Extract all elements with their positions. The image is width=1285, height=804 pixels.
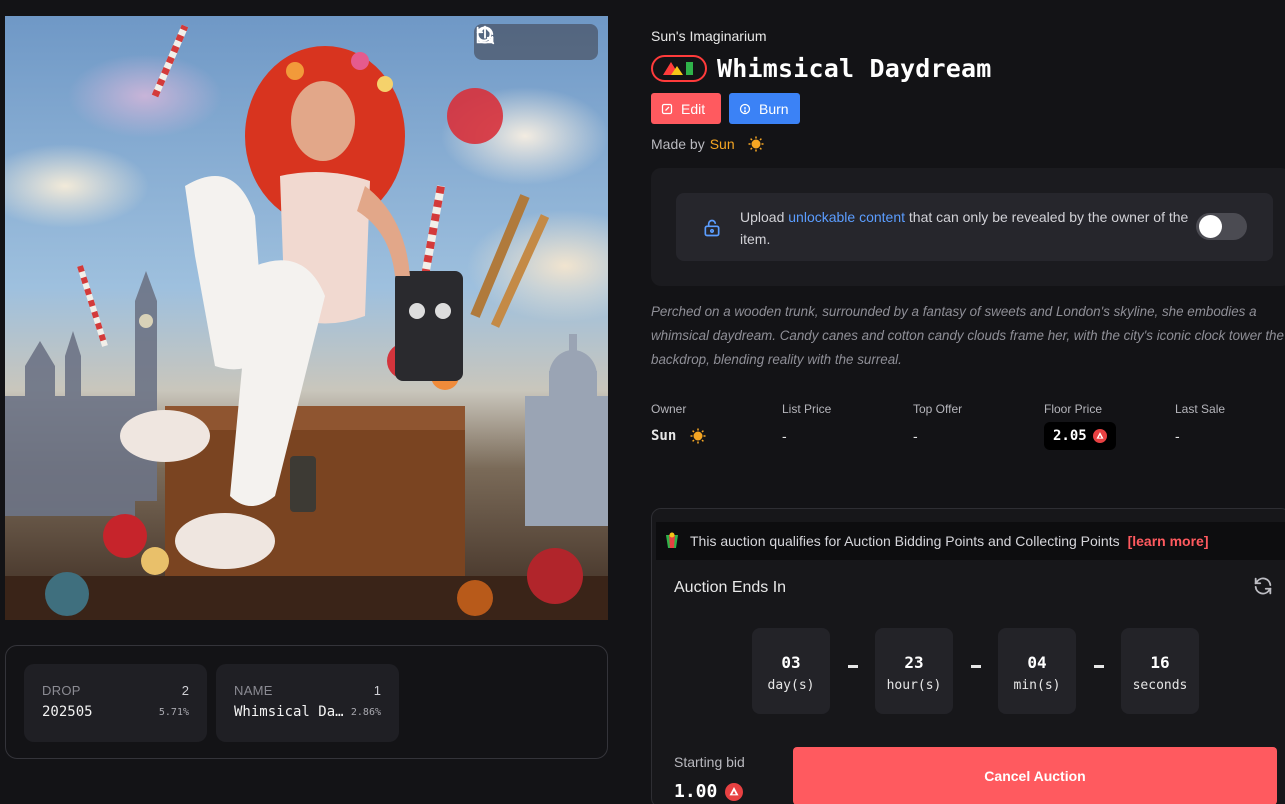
countdown-value: 16 [1150,653,1170,672]
burn-label: Burn [759,100,789,117]
creator-name-link[interactable]: Sun [710,136,735,152]
countdown-value: 04 [1027,653,1047,672]
starting-bid: 1.00 [674,781,744,802]
trait-percent: 2.86% [350,707,381,718]
chain-badge-icon [651,54,707,82]
edit-button[interactable]: Edit [651,93,721,124]
trait-count: 2 [181,683,189,698]
unlock-icon [702,218,722,243]
burn-button[interactable]: Burn [729,93,800,124]
countdown-separator [1094,665,1104,668]
unlockable-toggle[interactable] [1196,213,1247,240]
made-by: Made by Sun [651,136,764,152]
countdown-unit: hour(s) [886,678,942,693]
nft-description: Perched on a wooden trunk, surrounded by… [651,304,1284,367]
countdown-unit: seconds [1132,678,1188,693]
points-banner: This auction qualifies for Auction Biddi… [656,522,1285,560]
trait-percent: 5.71% [158,707,189,718]
auction-ends-label: Auction Ends In [674,579,787,596]
toggle-knob [1199,215,1222,238]
countdown-seconds: 16 seconds [1121,628,1199,714]
stat-floor-price: Floor Price 2.05 [1044,402,1116,450]
points-badge-icon [666,532,678,548]
countdown-days: 03 day(s) [752,628,830,714]
stat-label: Owner [651,402,687,416]
unlockable-text-before: Upload [740,209,785,225]
countdown-separator [971,665,981,668]
stat-value: - [1175,428,1180,444]
made-by-prefix: Made by [651,136,705,152]
unlockable-text: Upload unlockable content that can only … [740,206,1190,250]
collection-name[interactable]: Sun's Imaginarium [651,28,767,44]
sun-icon [748,136,764,152]
trait-card-name[interactable]: NAME 1 Whimsical Da… 2.86% [216,664,399,742]
starting-bid-label: Starting bid [674,754,745,770]
traits-panel: DROP 2 202505 5.71% NAME 1 Whimsical Da…… [5,645,608,759]
trait-card-drop[interactable]: DROP 2 202505 5.71% [24,664,207,742]
sun-icon [690,428,706,444]
countdown-hours: 23 hour(s) [875,628,953,714]
edit-icon [661,103,673,114]
trait-count: 1 [373,683,381,698]
unlockable-content-card: Upload unlockable content that can only … [651,168,1285,286]
cancel-auction-button[interactable]: Cancel Auction [793,747,1277,804]
trait-value: 202505 [42,704,93,720]
stat-label: Top Offer [913,402,963,416]
stat-value: - [913,428,918,444]
points-text: This auction qualifies for Auction Biddi… [690,533,1120,549]
stat-label: List Price [782,402,832,416]
unlockable-row: Upload unlockable content that can only … [676,193,1273,261]
owner-value[interactable]: Sun [651,428,706,444]
trait-value: Whimsical Da… [234,704,344,720]
floor-price-pill: 2.05 [1044,422,1116,450]
edit-label: Edit [681,100,706,117]
stat-label: Last Sale [1175,402,1226,416]
floor-price-value: 2.05 [1053,428,1087,444]
avax-icon [725,782,744,801]
artwork-image[interactable] [5,16,608,620]
countdown-separator [848,665,858,668]
action-buttons: Edit Burn [651,93,800,124]
avax-icon [1092,429,1107,443]
unlockable-link[interactable]: unlockable content [788,209,905,225]
owner-name: Sun [651,428,677,444]
stat-top-offer: Top Offer - [913,402,962,444]
countdown-unit: min(s) [1013,678,1061,693]
countdown-unit: day(s) [767,678,815,693]
price-stats: Owner Sun List Price - Top Offer - Floor… [651,402,1285,452]
countdown-value: 23 [904,653,924,672]
artwork-illustration [5,24,608,620]
countdown-minutes: 04 min(s) [998,628,1076,714]
share-icon[interactable] [476,25,584,54]
info-icon [739,103,751,114]
learn-more-link[interactable]: [learn more] [1128,533,1209,549]
stat-last-sale: Last Sale - [1175,402,1225,444]
auction-panel: This auction qualifies for Auction Biddi… [651,508,1285,804]
nft-detail-page: DROP 2 202505 5.71% NAME 1 Whimsical Da…… [0,0,1285,804]
stat-label: Floor Price [1044,402,1103,416]
artwork-toolbar [474,24,598,60]
title-row: Whimsical Daydream [651,53,992,83]
countdown-value: 03 [781,653,801,672]
zoom-icon[interactable] [476,26,548,54]
stat-owner: Owner Sun [651,402,706,444]
stat-value: - [782,428,787,444]
refresh-icon[interactable] [1252,575,1274,602]
starting-bid-value: 1.00 [674,781,718,802]
stat-list-price: List Price - [782,402,831,444]
nft-title: Whimsical Daydream [717,53,992,83]
trait-label: NAME [234,683,273,698]
trait-label: DROP [42,683,81,698]
